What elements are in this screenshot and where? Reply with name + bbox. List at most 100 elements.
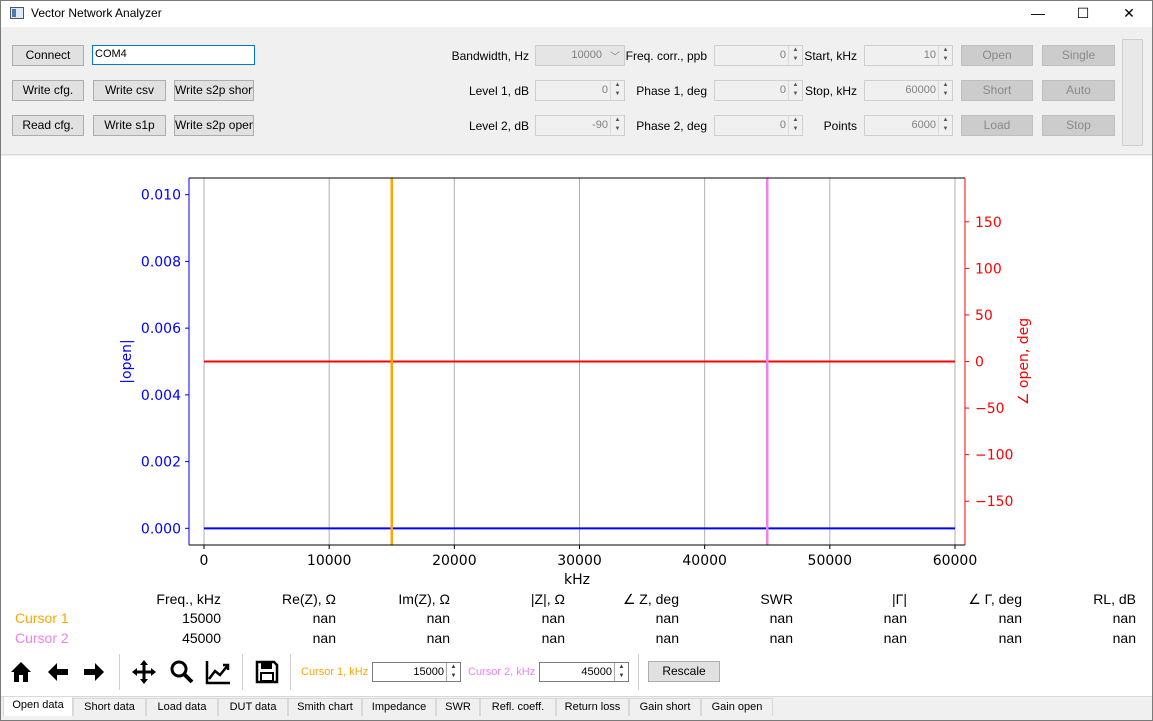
tab-impedance[interactable]: Impedance: [362, 698, 436, 717]
connect-button[interactable]: Connect: [12, 45, 84, 66]
stop-spinbox[interactable]: 60000 ▲ ▼: [864, 80, 953, 101]
tab-short-data[interactable]: Short data: [73, 698, 146, 717]
spin-arrows-icon[interactable]: ▲ ▼: [610, 81, 624, 100]
table-cell: nan: [426, 630, 450, 646]
y-axis-label-right: ∠ open, deg: [1016, 318, 1032, 405]
cursor2-spinbox[interactable]: 45000 ▲ ▼: [539, 662, 629, 682]
tab-gain-short[interactable]: Gain short: [629, 698, 701, 717]
plot-area[interactable]: 0 10000 20000 30000 40000 50000 60000 0.000 0.00…: [1, 156, 1152, 596]
column-header: ∠ Γ, deg: [968, 591, 1022, 607]
pan-icon[interactable]: [130, 658, 158, 686]
stop-label: Stop, kHz: [804, 84, 857, 98]
tab-dut-data[interactable]: DUT data: [218, 698, 288, 717]
table-cell: nan: [1112, 610, 1136, 626]
tab-swr[interactable]: SWR: [436, 698, 480, 717]
start-label: Start, kHz: [804, 49, 857, 63]
column-header: Freq., kHz: [156, 591, 221, 607]
column-header: Im(Z), Ω: [398, 591, 450, 607]
short-button[interactable]: Short: [961, 80, 1033, 101]
tab-open-data[interactable]: Open data: [3, 696, 73, 717]
cursor1-label: Cursor 1, kHz: [301, 666, 369, 678]
table-cell: 45000: [182, 630, 221, 646]
single-button[interactable]: Single: [1042, 45, 1115, 66]
y-left-tick-label: 0.008: [141, 254, 181, 270]
x-tick-label: 10000: [307, 553, 352, 569]
x-tick-label: 0: [200, 553, 209, 569]
x-tick-label: 40000: [682, 553, 727, 569]
spin-arrows-icon[interactable]: ▲ ▼: [938, 116, 952, 135]
close-button[interactable]: ✕: [1106, 1, 1152, 27]
spin-arrows-icon[interactable]: ▲ ▼: [788, 81, 802, 100]
cursor1-spinbox[interactable]: 15000 ▲ ▼: [372, 662, 461, 682]
table-cell: nan: [769, 630, 793, 646]
level1-spinbox[interactable]: 0 ▲ ▼: [535, 80, 625, 101]
level2-spinbox[interactable]: -90 ▲ ▼: [535, 115, 625, 136]
write-s2p-short-button[interactable]: Write s2p short: [174, 80, 254, 101]
vertical-scrollbar[interactable]: [1122, 39, 1143, 146]
x-tick-label: 30000: [557, 553, 602, 569]
tab-load-data[interactable]: Load data: [146, 698, 218, 717]
x-tick-label: 20000: [432, 553, 477, 569]
spin-arrows-icon[interactable]: ▲ ▼: [938, 81, 952, 100]
points-spinbox[interactable]: 6000 ▲ ▼: [864, 115, 953, 136]
separator: [119, 654, 120, 690]
cursor-2-row-label: Cursor 2: [15, 630, 69, 646]
phase1-spinbox[interactable]: 0 ▲ ▼: [714, 80, 803, 101]
tab-gain-open[interactable]: Gain open: [701, 698, 773, 717]
write-csv-button[interactable]: Write csv: [93, 80, 166, 101]
cursor2-label: Cursor 2, kHz: [468, 666, 536, 678]
tab-smith-chart[interactable]: Smith chart: [288, 698, 362, 717]
level2-label: Level 2, dB: [468, 119, 529, 133]
phase2-spinbox[interactable]: 0 ▲ ▼: [714, 115, 803, 136]
table-cell: nan: [655, 630, 679, 646]
save-icon[interactable]: [253, 658, 281, 686]
bandwidth-select[interactable]: 10000 ﹀: [535, 45, 625, 66]
stop-button[interactable]: Stop: [1042, 115, 1115, 136]
open-button[interactable]: Open: [961, 45, 1033, 66]
back-icon[interactable]: [44, 658, 72, 686]
column-header: Re(Z), Ω: [281, 591, 336, 607]
table-cell: nan: [312, 630, 336, 646]
spin-arrows-icon[interactable]: ▲ ▼: [788, 116, 802, 135]
y-right-tick-label: −100: [975, 448, 1013, 464]
start-spinbox[interactable]: 10 ▲ ▼: [864, 45, 953, 66]
y-left-tick-label: 0.010: [141, 188, 181, 204]
spin-arrows-icon[interactable]: ▲ ▼: [938, 46, 952, 65]
table-cell: nan: [426, 610, 450, 626]
tab-return-loss[interactable]: Return loss: [556, 698, 629, 717]
column-header: RL, dB: [1093, 591, 1136, 607]
table-cell: nan: [769, 610, 793, 626]
spin-arrows-icon[interactable]: ▲ ▼: [788, 46, 802, 65]
write-s2p-open-button[interactable]: Write s2p open: [174, 115, 254, 136]
points-label: Points: [823, 119, 857, 133]
forward-icon[interactable]: [80, 658, 108, 686]
x-axis-label: kHz: [564, 572, 590, 588]
spin-arrows-icon[interactable]: ▲ ▼: [614, 663, 628, 681]
freq-corr-spinbox[interactable]: 0 ▲ ▼: [714, 45, 803, 66]
table-cell: nan: [312, 610, 336, 626]
table-cell: nan: [655, 610, 679, 626]
write-s1p-button[interactable]: Write s1p: [93, 115, 166, 136]
column-header: |Γ|: [892, 591, 907, 607]
write-cfg-button[interactable]: Write cfg.: [12, 80, 84, 101]
y-left-tick-label: 0.000: [141, 521, 181, 537]
chart[interactable]: 0 10000 20000 30000 40000 50000 60000 0.000 0.00…: [1, 156, 1152, 596]
y-right-tick-label: 100: [975, 261, 1002, 277]
phase1-label: Phase 1, deg: [636, 84, 707, 98]
subplots-icon[interactable]: [204, 658, 232, 686]
zoom-icon[interactable]: [167, 658, 195, 686]
read-cfg-button[interactable]: Read cfg.: [12, 115, 84, 136]
maximize-button[interactable]: ☐: [1060, 1, 1106, 27]
y-right-tick-label: −50: [975, 401, 1005, 417]
minimize-button[interactable]: —: [1015, 1, 1061, 27]
home-icon[interactable]: [7, 658, 35, 686]
spin-arrows-icon[interactable]: ▲ ▼: [446, 663, 460, 681]
chevron-down-icon: ﹀: [610, 52, 620, 63]
rescale-button[interactable]: Rescale: [648, 661, 720, 682]
tab-refl-coeff[interactable]: Refl. coeff.: [480, 698, 556, 717]
port-input[interactable]: COM4: [92, 45, 255, 65]
load-button[interactable]: Load: [961, 115, 1033, 136]
auto-button[interactable]: Auto: [1042, 80, 1115, 101]
column-header: |Z|, Ω: [530, 591, 565, 607]
spin-arrows-icon[interactable]: ▲ ▼: [610, 116, 624, 135]
